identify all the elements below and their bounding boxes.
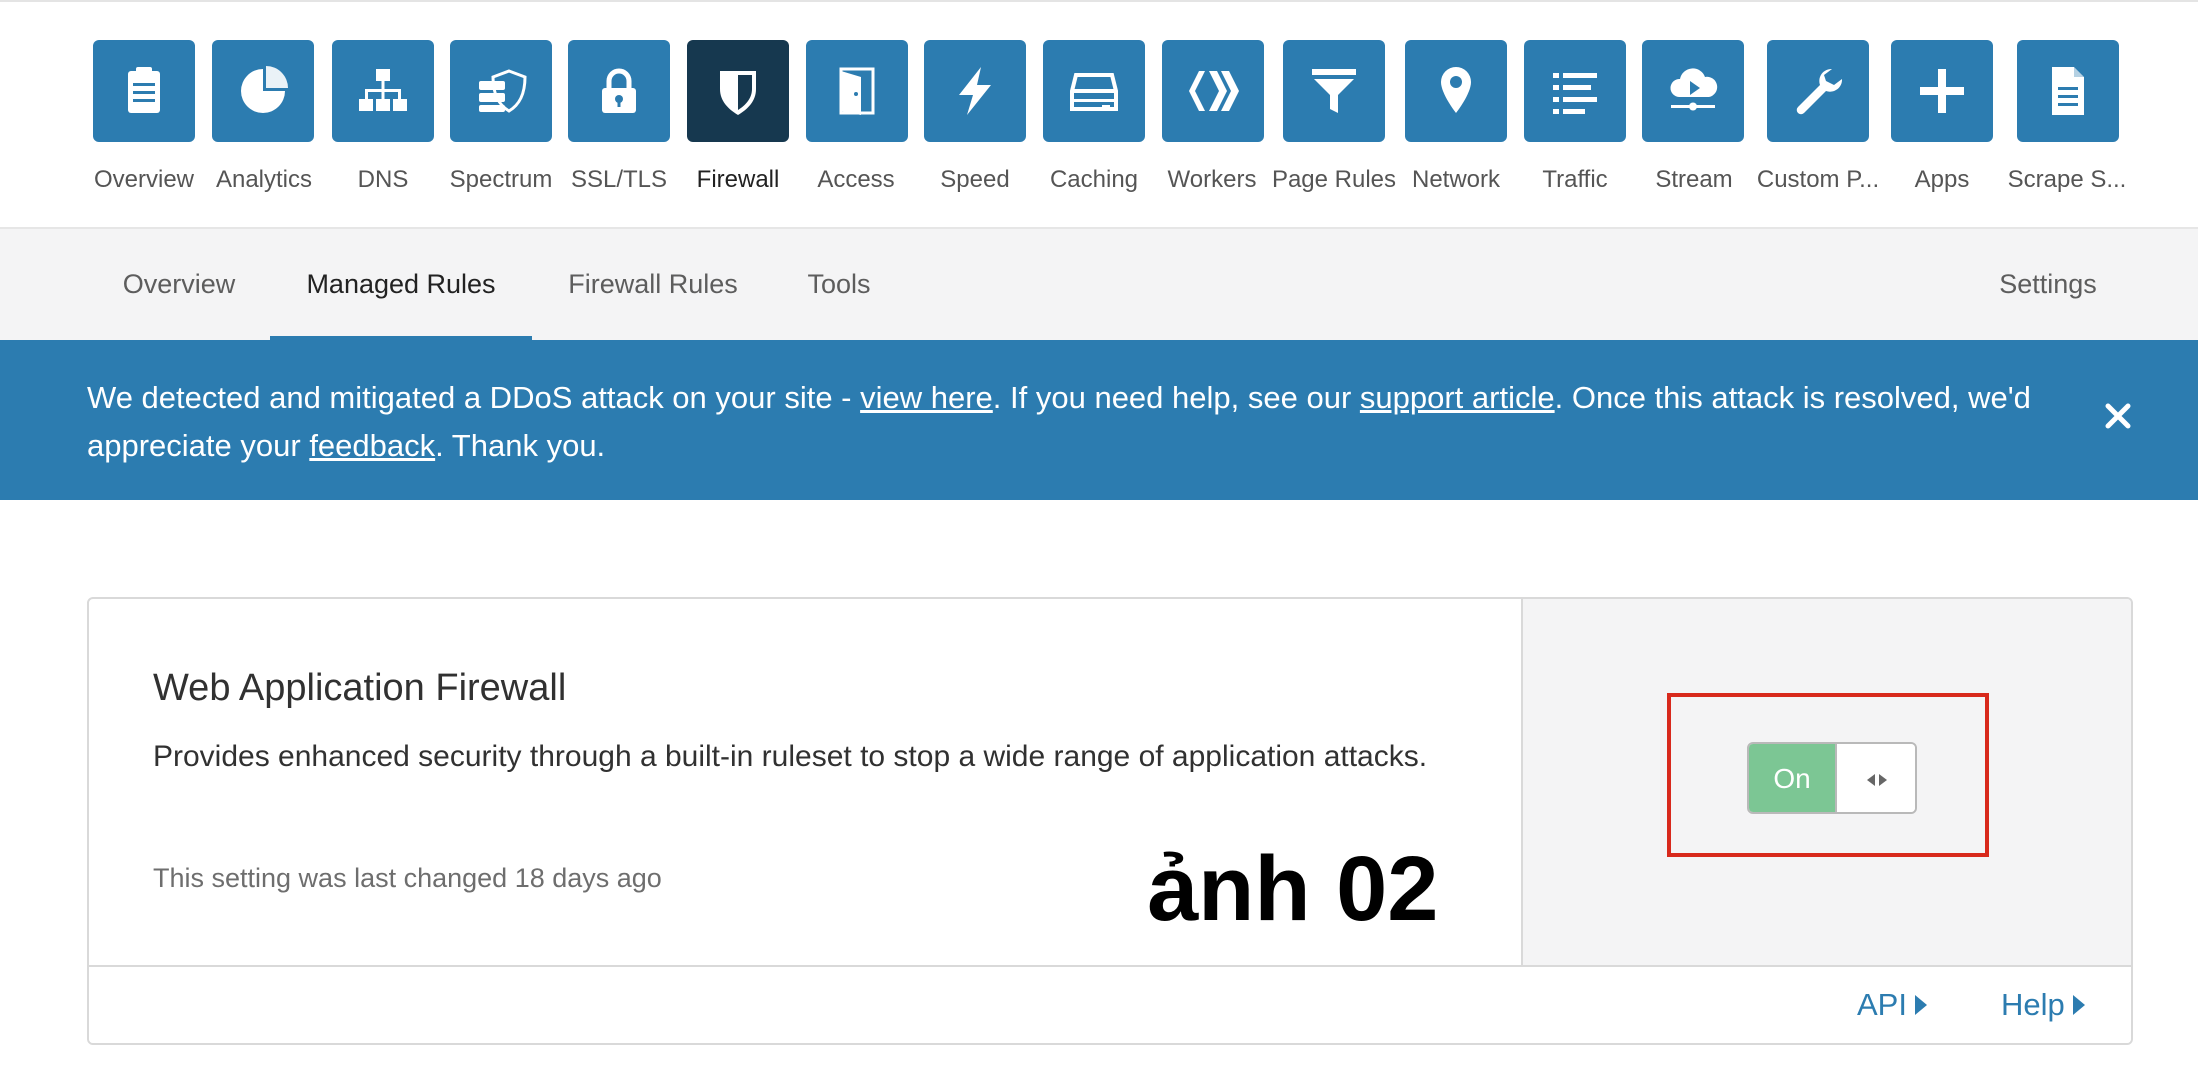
shield-icon [687,40,789,142]
nav-label: Network [1411,166,1501,193]
nav-item-firewall[interactable]: Firewall [670,38,806,218]
drag-arrows-icon [1867,774,1887,786]
clipboard-icon [93,40,195,142]
card-footer: API Help [89,965,2131,1043]
top-navigation: Overview Analytics DNS Spectrum SSL/TLS … [0,0,2198,229]
nav-item-custom-pages[interactable]: Custom P... [1750,38,1886,218]
card-description: Provides enhanced security through a bui… [153,740,1428,773]
image-stamp-label: ảnh 02 [1147,838,1439,940]
feedback-link[interactable]: feedback [309,428,435,463]
server-shield-icon [450,40,552,142]
nav-item-analytics[interactable]: Analytics [196,38,332,218]
nav-label: Spectrum [449,166,553,193]
nav-label: Caching [1049,166,1139,193]
network-tree-icon [332,40,434,142]
nav-item-dns[interactable]: DNS [315,38,451,218]
location-pin-icon [1405,40,1507,142]
nav-label: Custom P... [1756,166,1880,193]
close-icon[interactable] [2102,400,2134,432]
banner-message: We detected and mitigated a DDoS attack … [87,374,2087,470]
nav-item-traffic[interactable]: Traffic [1507,38,1643,218]
plus-icon [1891,40,1993,142]
nav-item-spectrum[interactable]: Spectrum [433,38,569,218]
tab-overview[interactable]: Overview [118,229,240,340]
view-here-link[interactable]: view here [860,380,993,415]
nav-label: Traffic [1542,166,1608,193]
cloud-play-icon [1642,40,1744,142]
filter-icon [1283,40,1385,142]
support-article-link[interactable]: support article [1360,380,1555,415]
nav-item-ssl-tls[interactable]: SSL/TLS [551,38,687,218]
nav-item-access[interactable]: Access [788,38,924,218]
nav-item-network[interactable]: Network [1388,38,1524,218]
waf-card: Web Application Firewall Provides enhanc… [87,597,2133,1045]
waf-card-body: Web Application Firewall Provides enhanc… [89,599,1521,965]
card-title: Web Application Firewall [153,667,567,709]
nav-item-apps[interactable]: Apps [1874,38,2010,218]
help-link-label: Help [2001,987,2065,1022]
nav-item-scrape-shield[interactable]: Scrape S... [1999,38,2135,218]
storage-drive-icon [1043,40,1145,142]
toggle-state-label: On [1749,744,1835,812]
toggle-handle[interactable] [1835,744,1915,812]
nav-label: SSL/TLS [570,166,668,193]
workers-chevrons-icon [1162,40,1264,142]
nav-label: Workers [1167,166,1257,193]
caret-right-icon [1914,995,1927,1015]
tab-managed-rules[interactable]: Managed Rules [270,229,532,340]
document-icon [2017,40,2119,142]
nav-label: Stream [1655,166,1733,193]
nav-item-speed[interactable]: Speed [907,38,1043,218]
nav-label: Speed [940,166,1010,193]
wrench-icon [1767,40,1869,142]
nav-item-page-rules[interactable]: Page Rules [1266,38,1402,218]
pie-chart-icon [212,40,314,142]
waf-toggle[interactable]: On [1747,742,1917,814]
nav-item-overview[interactable]: Overview [76,38,212,218]
banner-text: We detected and mitigated a DDoS attack … [87,380,861,415]
tab-settings[interactable]: Settings [1993,229,2103,340]
nav-item-caching[interactable]: Caching [1026,38,1162,218]
banner-text: . If you need help, see our [992,380,1360,415]
api-link[interactable]: API [1857,987,1927,1023]
nav-label: Scrape S... [2007,166,2127,193]
help-link[interactable]: Help [2001,987,2085,1023]
nav-item-workers[interactable]: Workers [1144,38,1280,218]
sub-navigation: Overview Managed Rules Firewall Rules To… [0,229,2198,340]
door-icon [806,40,908,142]
nav-item-stream[interactable]: Stream [1626,38,1762,218]
tab-tools[interactable]: Tools [804,229,874,340]
nav-label: Apps [1914,166,1970,193]
last-changed-text: This setting was last changed 18 days ag… [153,863,662,893]
nav-label: DNS [357,166,409,193]
tab-firewall-rules[interactable]: Firewall Rules [564,229,742,340]
ddos-alert-banner: We detected and mitigated a DDoS attack … [0,340,2198,500]
banner-text: . Thank you. [435,428,606,463]
waf-control-panel: On [1521,599,2131,965]
lock-icon [568,40,670,142]
nav-label: Firewall [696,166,780,193]
lightning-icon [924,40,1026,142]
caret-right-icon [2072,995,2085,1015]
nav-label: Analytics [215,166,313,193]
nav-label: Access [817,166,895,193]
nav-label: Page Rules [1271,166,1397,193]
nav-label: Overview [93,166,195,193]
list-icon [1524,40,1626,142]
api-link-label: API [1857,987,1907,1022]
